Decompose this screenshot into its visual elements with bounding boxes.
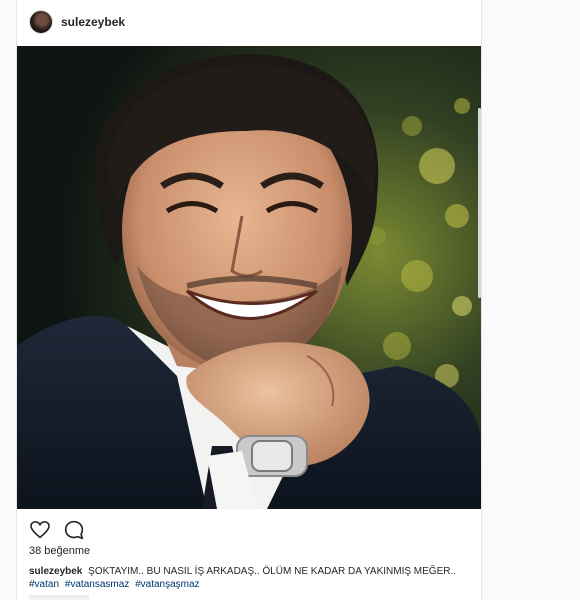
hashtag-link[interactable]: #vatansasmaz xyxy=(65,579,129,590)
caption-username[interactable]: sulezeybek xyxy=(29,566,82,577)
side-area xyxy=(482,0,580,600)
heart-icon[interactable] xyxy=(29,519,51,541)
hashtag-link[interactable]: #vatanşaşmaz xyxy=(135,579,199,590)
likes-count[interactable]: 38 beğenme xyxy=(29,545,90,557)
post-header: sulezeybek xyxy=(17,0,481,44)
truncated-timestamp xyxy=(29,595,89,600)
post-username[interactable]: sulezeybek xyxy=(61,15,125,29)
post-actions xyxy=(29,518,85,542)
caption-text: ŞOKTAYIM.. BU NASIL İŞ ARKADAŞ.. ÖLÜM NE… xyxy=(88,566,457,577)
post-caption: sulezeybek ŞOKTAYIM.. BU NASIL İŞ ARKADA… xyxy=(29,565,469,591)
scrollbar[interactable] xyxy=(478,108,481,298)
post-photo[interactable] xyxy=(17,46,481,509)
post-card: sulezeybek 38 beğenme sulezeybek ŞOKTAYI… xyxy=(16,0,482,600)
comment-icon[interactable] xyxy=(63,519,85,541)
hashtag-link[interactable]: #vatan xyxy=(29,579,59,590)
avatar[interactable] xyxy=(29,10,53,34)
instagram-page: sulezeybek 38 beğenme sulezeybek ŞOKTAYI… xyxy=(0,0,580,600)
